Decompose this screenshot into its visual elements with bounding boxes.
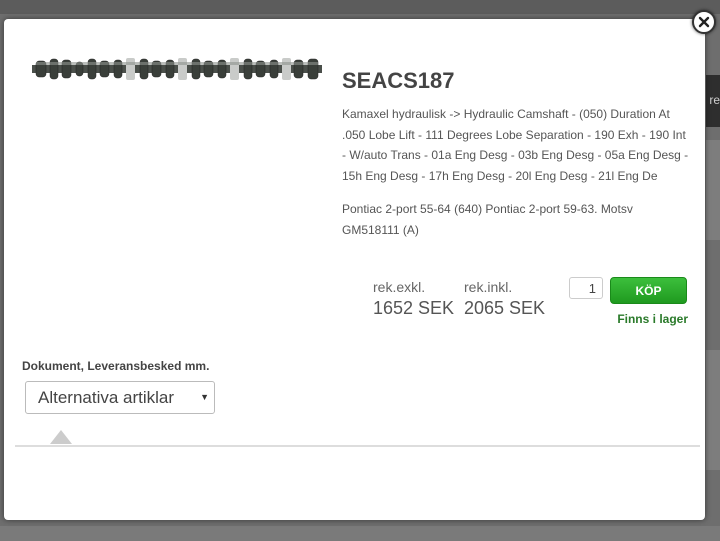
tab-pointer-icon (50, 430, 72, 444)
background-partial-text: re (709, 93, 720, 107)
select-value: Alternativa artiklar (38, 387, 175, 407)
price-excl-label: rek.exkl. (373, 279, 426, 295)
close-icon (698, 16, 710, 28)
price-incl-value: 2065 SEK (464, 298, 546, 318)
stock-status: Finns i lager (617, 312, 688, 326)
product-fitment: Pontiac 2-port 55-64 (640) Pontiac 2-por… (342, 202, 633, 237)
price-excl-block: rek.exkl. 1652 SEK (373, 278, 454, 319)
background-panel (706, 140, 720, 240)
product-modal: SEACS187 Kamaxel hydraulisk -> Hydraulic… (4, 19, 705, 520)
camshaft-image (32, 58, 322, 80)
product-description: Kamaxel hydraulisk -> Hydraulic Camshaft… (342, 107, 689, 183)
product-title: SEACS187 (342, 68, 455, 93)
price-incl-label: rek.inkl. (464, 279, 513, 295)
price-excl-value: 1652 SEK (373, 298, 455, 318)
divider (15, 445, 700, 447)
price-incl-block: rek.inkl. 2065 SEK (464, 278, 545, 319)
background-panel (706, 350, 720, 470)
documents-heading: Dokument, Leveransbesked mm. (22, 359, 210, 373)
backdrop-bottom (0, 526, 720, 541)
alternatives-select[interactable]: Alternativa artiklar ▼ (25, 381, 215, 414)
buy-button[interactable]: KÖP (610, 277, 687, 304)
backdrop-top (0, 0, 720, 14)
quantity-input[interactable] (569, 277, 603, 299)
dropdown-arrow-icon: ▼ (200, 392, 209, 402)
close-button[interactable] (692, 10, 716, 34)
